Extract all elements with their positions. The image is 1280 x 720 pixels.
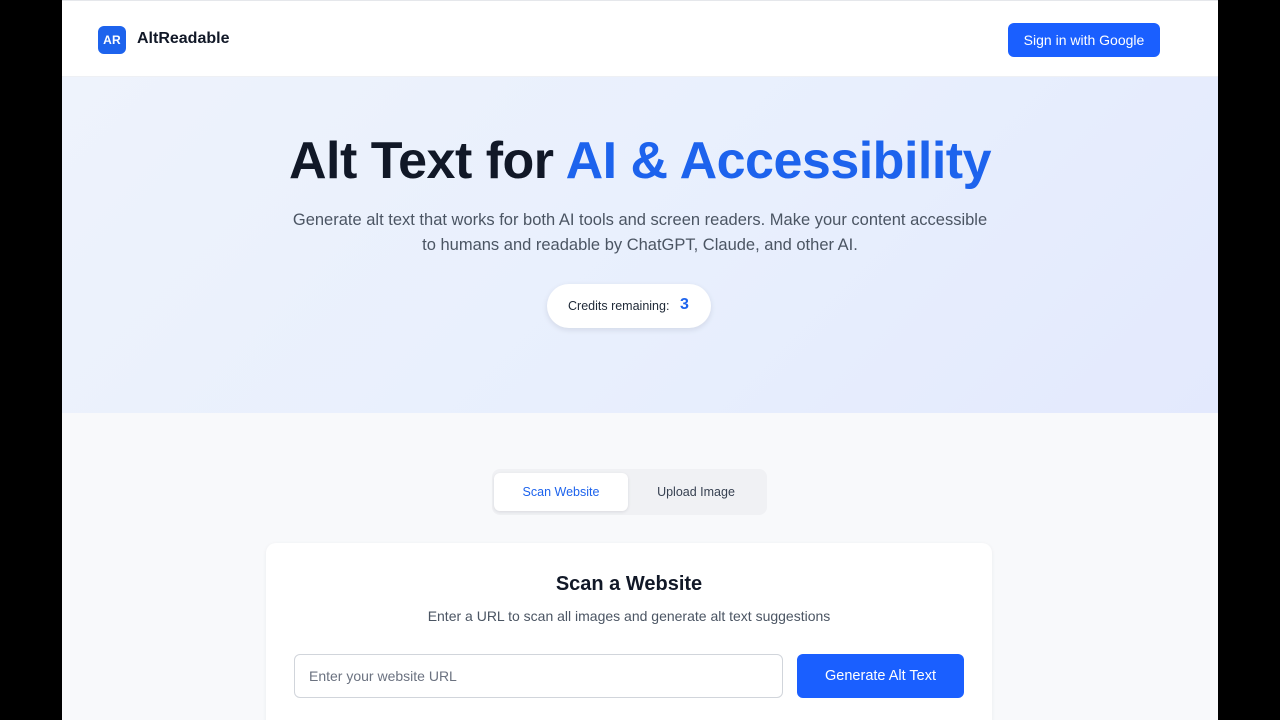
hero-title: Alt Text for AI & Accessibility	[62, 131, 1218, 191]
hero-section: Alt Text for AI & Accessibility Generate…	[62, 77, 1218, 413]
card-title: Scan a Website	[555, 573, 703, 595]
tab-upload-image[interactable]: Upload Image	[628, 473, 764, 511]
card-subtitle: Enter a URL to scan all images and gener…	[427, 608, 831, 624]
generate-alt-text-button[interactable]: Generate Alt Text	[797, 654, 964, 698]
hero-title-main: Alt Text for	[288, 132, 566, 190]
hero-subtitle: Generate alt text that works for both AI…	[292, 211, 988, 254]
logo-badge[interactable]: AR	[98, 26, 126, 54]
sign-in-google-button[interactable]: Sign in with Google	[1008, 23, 1160, 57]
mode-tabs: Scan Website Upload Image	[492, 469, 767, 515]
website-url-input[interactable]	[294, 654, 783, 698]
app-window: AR AltReadable Sign in with Google Alt T…	[62, 0, 1218, 720]
hero-title-accent: AI & Accessibility	[565, 132, 992, 190]
credits-pill: Credits remaining: 3	[547, 284, 711, 328]
credits-count: 3	[680, 296, 689, 313]
tab-scan-website[interactable]: Scan Website	[494, 473, 628, 511]
brand-name[interactable]: AltReadable	[137, 30, 229, 48]
scan-website-card: Scan a Website Enter a URL to scan all i…	[266, 543, 992, 720]
top-nav: AR AltReadable Sign in with Google	[62, 0, 1218, 77]
credits-label: Credits remaining:	[568, 299, 670, 313]
